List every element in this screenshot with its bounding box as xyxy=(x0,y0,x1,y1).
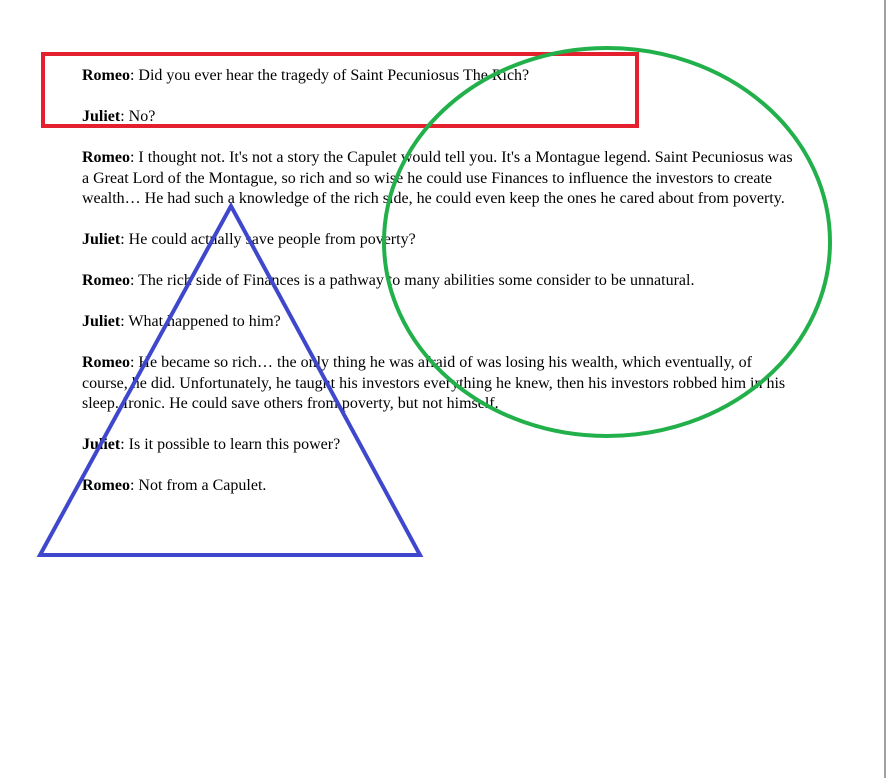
dialogue-line: Romeo: I thought not. It's not a story t… xyxy=(82,148,794,210)
line-text: : He became so rich… the only thing he w… xyxy=(82,354,786,412)
speaker-name: Romeo xyxy=(82,67,130,84)
line-text: : No? xyxy=(120,108,156,125)
speaker-name: Juliet xyxy=(82,436,121,453)
line-text: : What happened to him? xyxy=(120,313,281,330)
dialogue-line: Juliet: What happened to him? xyxy=(82,312,794,333)
speaker-name: Juliet xyxy=(82,231,121,248)
speaker-name: Romeo xyxy=(82,272,130,289)
speaker-name: Juliet xyxy=(82,313,121,330)
speaker-name: Romeo xyxy=(82,477,130,494)
line-text: : I thought not. It's not a story the Ca… xyxy=(82,149,793,207)
dialogue-line: Romeo: Not from a Capulet. xyxy=(82,476,794,497)
dialogue-line: Juliet: Is it possible to learn this pow… xyxy=(82,435,794,456)
speaker-name: Romeo xyxy=(82,149,130,166)
dialogue-line: Juliet: No? xyxy=(82,107,794,128)
window-edge-scrollbar xyxy=(884,0,886,778)
dialogue-line: Romeo: The rich side of Finances is a pa… xyxy=(82,271,794,292)
line-text: : Did you ever hear the tragedy of Saint… xyxy=(129,67,530,84)
line-text: : Is it possible to learn this power? xyxy=(120,436,341,453)
dialogue-document: Romeo: Did you ever hear the tragedy of … xyxy=(82,66,794,517)
dialogue-line: Juliet: He could actually save people fr… xyxy=(82,230,794,251)
dialogue-line: Romeo: He became so rich… the only thing… xyxy=(82,353,794,415)
line-text: : He could actually save people from pov… xyxy=(120,231,416,248)
speaker-name: Romeo xyxy=(82,354,130,371)
dialogue-line: Romeo: Did you ever hear the tragedy of … xyxy=(82,66,794,87)
speaker-name: Juliet xyxy=(82,108,121,125)
line-text: : The rich side of Finances is a pathway… xyxy=(129,272,695,289)
line-text: : Not from a Capulet. xyxy=(129,477,267,494)
